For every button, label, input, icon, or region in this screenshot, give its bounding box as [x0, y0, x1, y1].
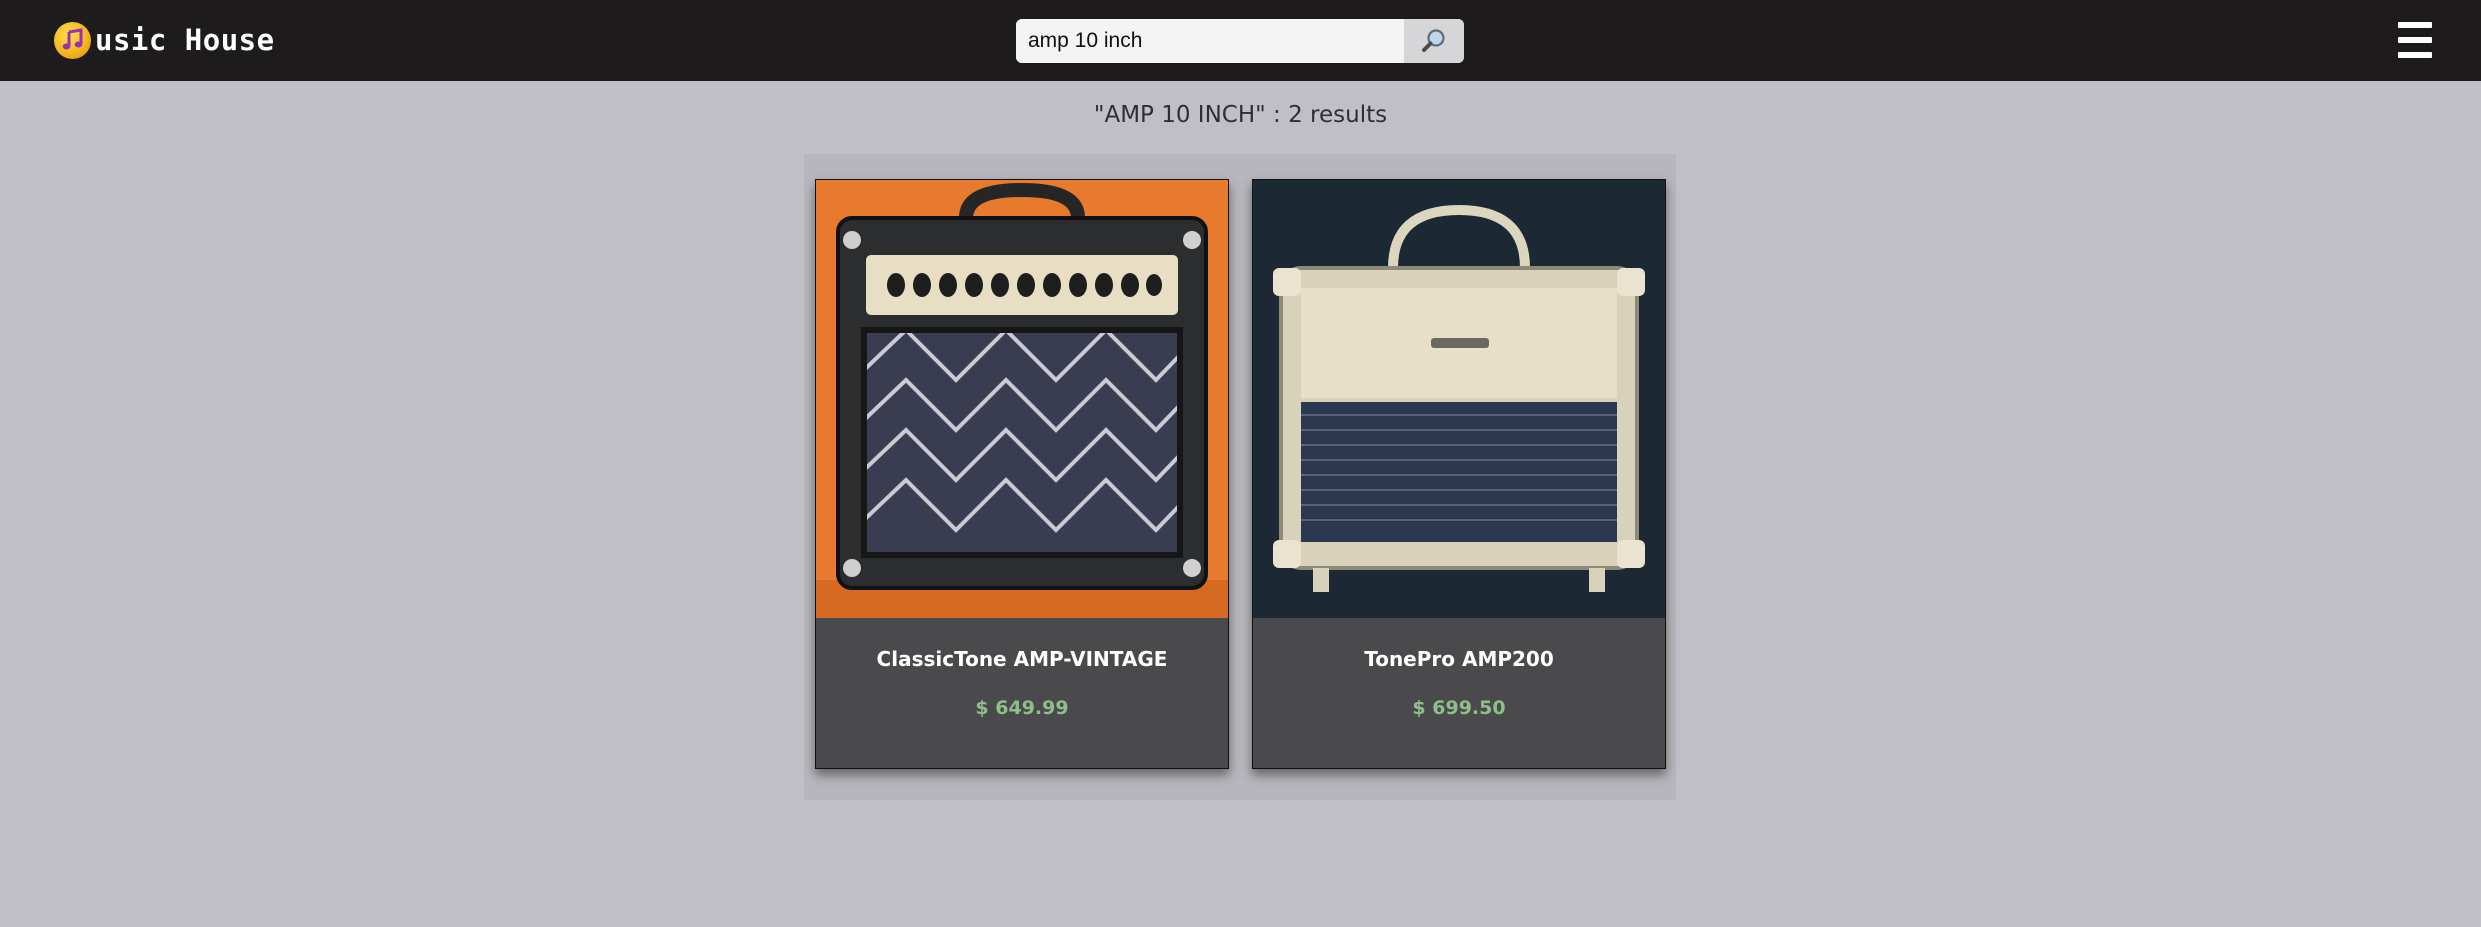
- hamburger-menu-icon[interactable]: [2398, 22, 2432, 58]
- product-image: [1253, 180, 1665, 618]
- search-button[interactable]: [1404, 19, 1464, 63]
- product-image: [816, 180, 1228, 618]
- brand-name: usic House: [95, 23, 275, 57]
- product-card[interactable]: ClassicTone AMP-VINTAGE $ 649.99: [815, 179, 1229, 769]
- product-title[interactable]: TonePro AMP200: [1253, 647, 1665, 671]
- menu-line: [2398, 37, 2432, 43]
- product-title[interactable]: ClassicTone AMP-VINTAGE: [816, 647, 1228, 671]
- brand-logo[interactable]: usic House: [54, 20, 275, 60]
- menu-line: [2398, 52, 2432, 58]
- product-price: $ 699.50: [1412, 697, 1506, 719]
- magnifier-icon: [1422, 29, 1445, 52]
- results-heading: "AMP 10 INCH" : 2 results: [1093, 102, 1388, 128]
- product-card[interactable]: TonePro AMP200 $ 699.50: [1252, 179, 1666, 769]
- top-navigation-bar: usic House: [0, 0, 2481, 81]
- search-input[interactable]: [1016, 19, 1404, 63]
- search-bar: [1016, 19, 1464, 63]
- music-note-icon: [54, 21, 91, 59]
- menu-line: [2398, 22, 2432, 28]
- product-price: $ 649.99: [975, 697, 1069, 719]
